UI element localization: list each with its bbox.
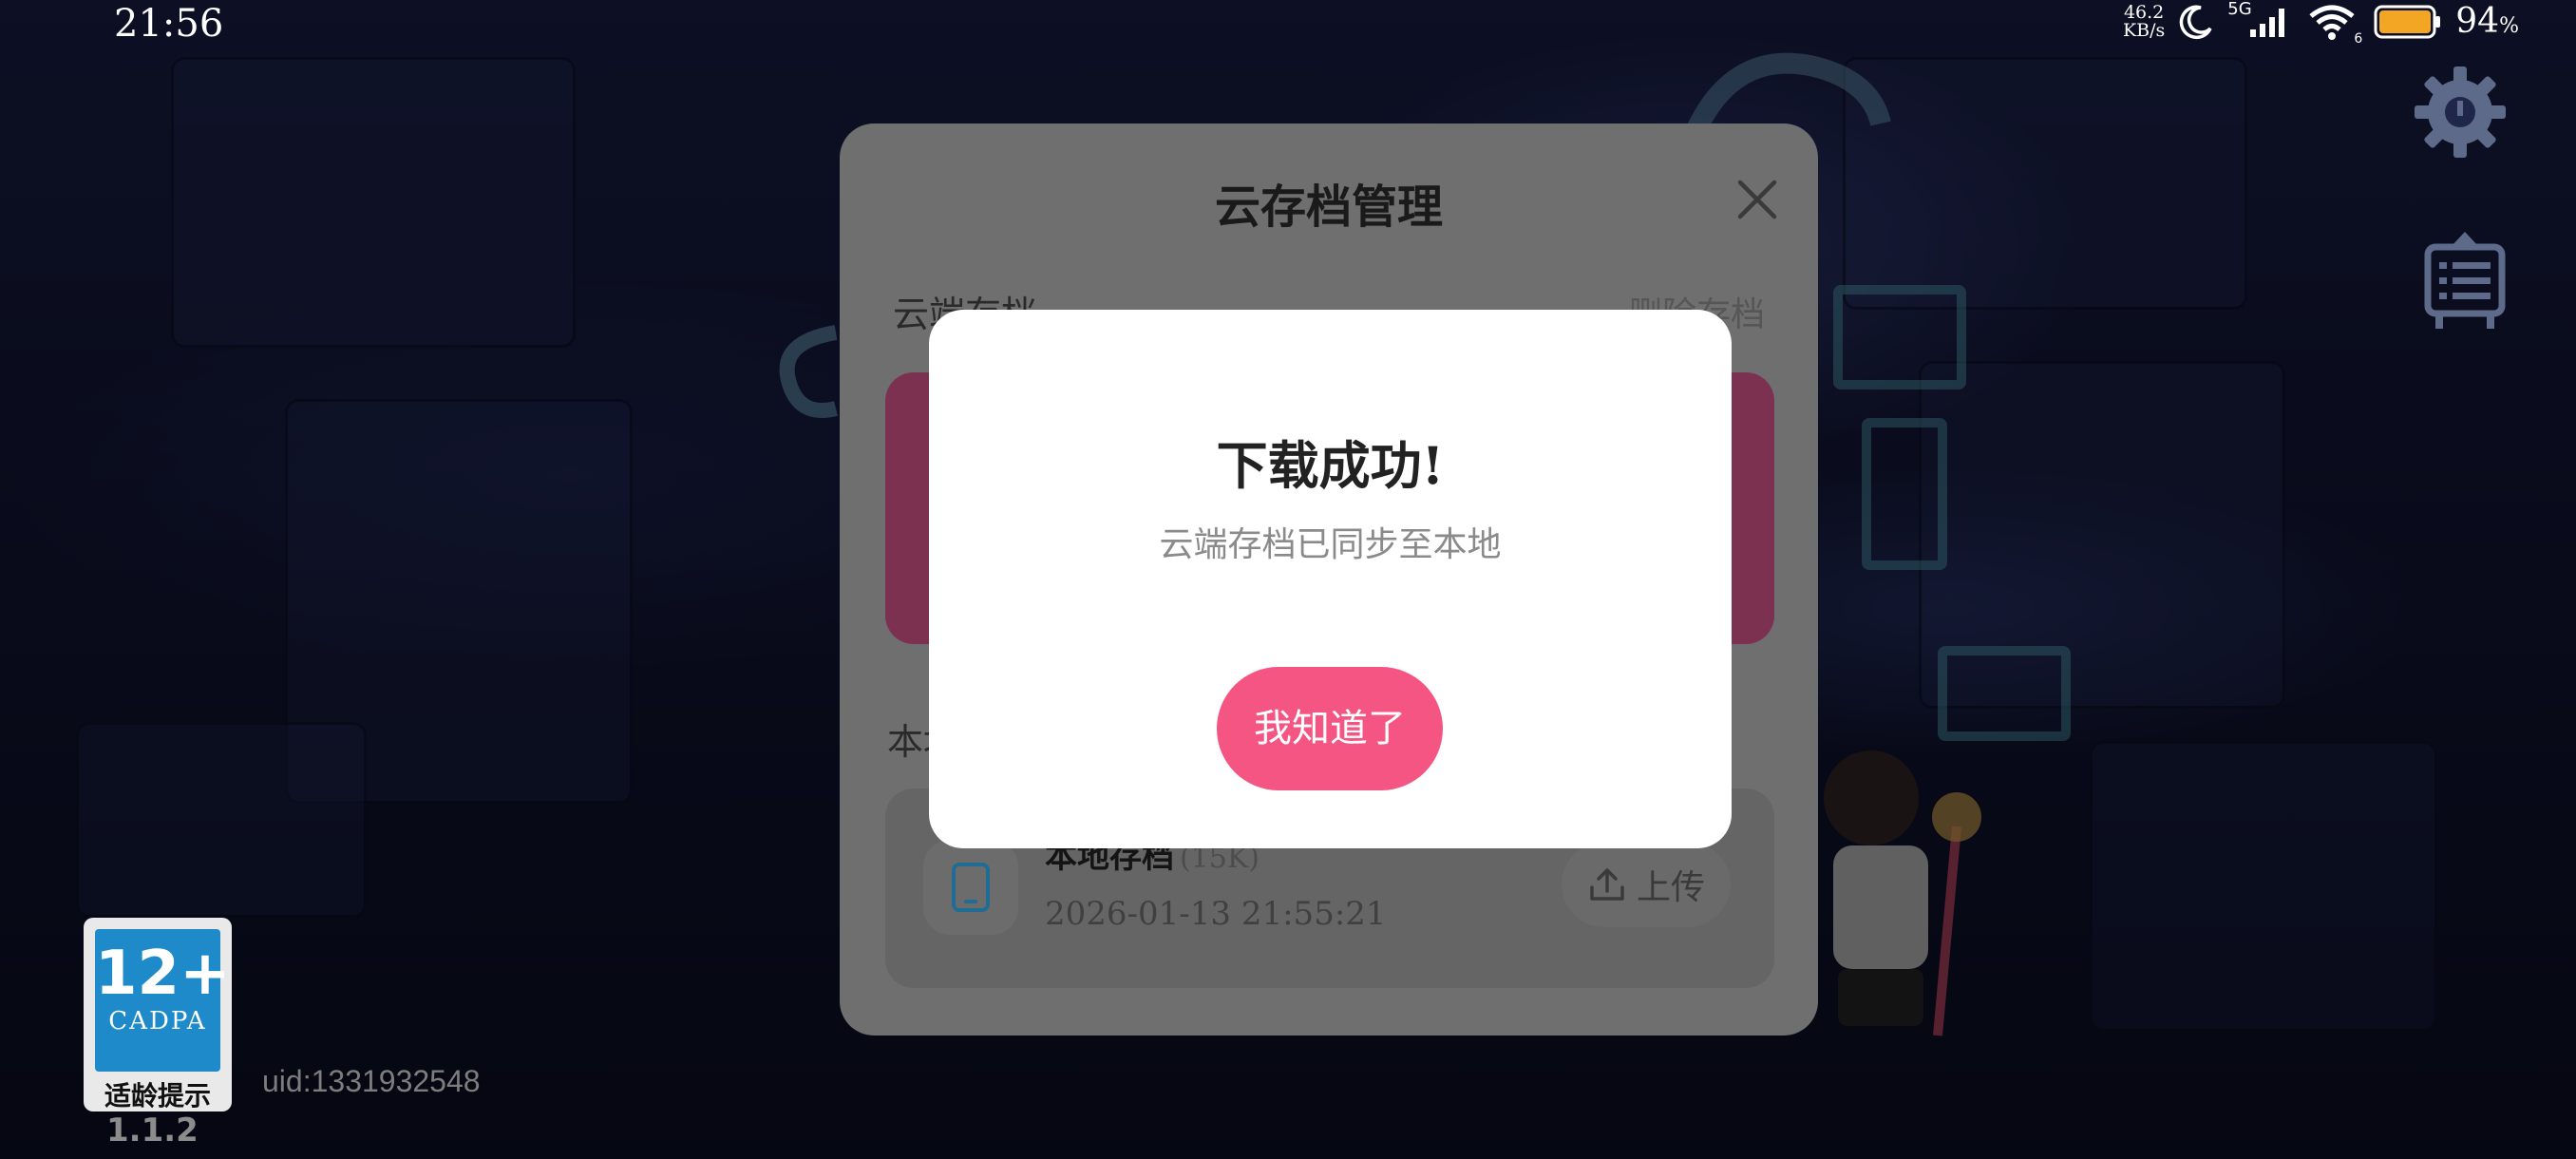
battery-level-unit: % <box>2499 14 2519 38</box>
battery-level: 94% <box>2455 2 2519 41</box>
confirm-button[interactable]: 我知道了 <box>1217 667 1443 790</box>
game-screen: 21:56 46.2 KB/s 5G 6 94% 12+ CADPA 适龄提示 … <box>0 0 2576 1159</box>
network-speed: 46.2 KB/s <box>2122 1 2166 41</box>
phone-icon <box>952 863 990 912</box>
clock: 21:56 <box>114 2 224 46</box>
user-id: uid:1331932548 <box>262 1064 481 1098</box>
notice-board-icon[interactable] <box>2422 228 2508 332</box>
wifi-badge: 6 <box>2354 30 2363 47</box>
upload-icon <box>1590 868 1624 901</box>
moon-icon <box>2179 5 2212 39</box>
app-version: 1.1.2 <box>106 1112 199 1150</box>
wifi-status: 6 <box>2307 3 2362 47</box>
battery-level-value: 94 <box>2455 2 2500 41</box>
status-icons: 46.2 KB/s 5G 6 94% <box>2122 0 2519 47</box>
age-rating-org: CADPA <box>108 1007 207 1036</box>
battery-icon <box>2374 5 2441 38</box>
status-bar: 21:56 46.2 KB/s 5G 6 94% <box>0 0 2576 47</box>
network-speed-value: 46.2 <box>2123 1 2165 23</box>
signal-bars-icon <box>2250 8 2285 37</box>
age-rating-tip: 适龄提示 <box>104 1080 211 1112</box>
dialog-title: 下载成功! <box>1216 435 1445 496</box>
gear-icon[interactable] <box>2413 65 2508 160</box>
phone-icon-wrap <box>923 840 1018 935</box>
dialog-message: 云端存档已同步至本地 <box>1159 525 1502 564</box>
network-speed-unit: KB/s <box>2122 19 2166 41</box>
age-rating-value: 12+ <box>95 939 231 1009</box>
wifi-icon <box>2309 5 2355 40</box>
download-success-dialog: 下载成功! 云端存档已同步至本地 我知道了 <box>929 310 1732 848</box>
age-rating-badge[interactable]: 12+ CADPA 适龄提示 <box>84 918 232 1112</box>
panel-title: 云存档管理 <box>1214 180 1443 234</box>
local-save-date: 2026-01-13 21:55:21 <box>1045 895 1387 933</box>
age-rating-panel: 12+ CADPA <box>95 929 231 1072</box>
close-icon[interactable] <box>1729 171 1786 228</box>
cellular-signal: 5G <box>2227 0 2294 41</box>
upload-label: 上传 <box>1636 868 1705 907</box>
upload-button[interactable]: 上传 <box>1562 842 1731 927</box>
